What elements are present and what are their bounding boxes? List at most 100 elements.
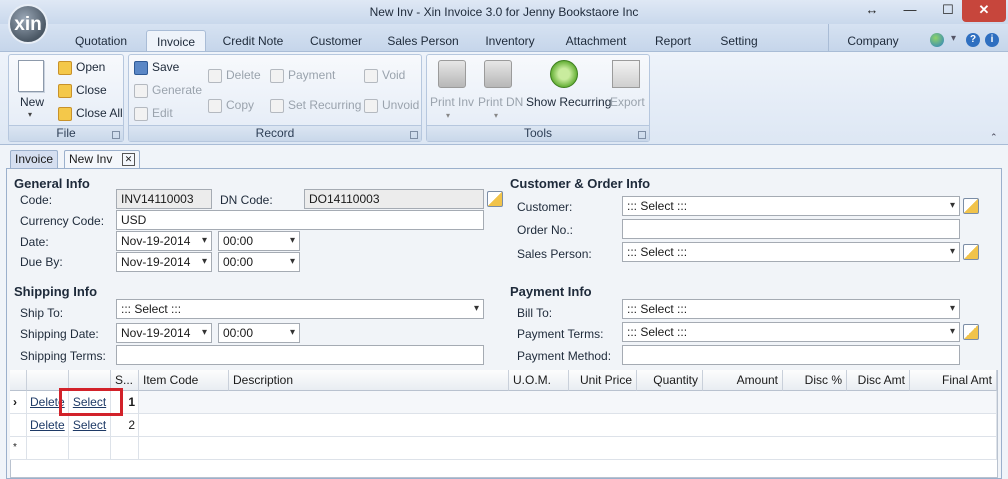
shipping-time-picker[interactable]: 00:00 (218, 323, 300, 343)
tab-credit-note[interactable]: Credit Note (216, 30, 290, 52)
chevron-down-icon[interactable]: ▾ (28, 110, 32, 119)
void-button[interactable]: Void (364, 68, 405, 83)
restore-size-icon[interactable]: ↔ (855, 0, 889, 22)
payment-button[interactable]: Payment (270, 68, 335, 83)
generate-icon (134, 83, 148, 98)
row-select-link[interactable]: Select (69, 414, 111, 437)
order-no-field[interactable] (622, 219, 960, 239)
help-icon[interactable]: ? (966, 33, 980, 47)
tab-setting[interactable]: Setting (712, 30, 766, 52)
new-row-delete[interactable] (27, 437, 69, 460)
close-doc-button[interactable]: Close (58, 83, 107, 98)
ship-to-select[interactable]: ::: Select ::: (116, 299, 484, 319)
payment-method-field[interactable] (622, 345, 960, 365)
date-picker[interactable]: Nov-19-2014 (116, 231, 212, 251)
globe-icon[interactable] (930, 33, 944, 47)
due-time-picker[interactable]: 00:00 (218, 252, 300, 272)
chevron-down-icon[interactable]: ▾ (446, 111, 450, 120)
highlight-box (59, 388, 123, 416)
dn-code-field[interactable]: DO14110003 (304, 189, 484, 209)
shipping-date-picker[interactable]: Nov-19-2014 (116, 323, 212, 343)
shipping-terms-field[interactable] (116, 345, 484, 365)
payment-terms-select[interactable]: ::: Select ::: (622, 322, 960, 342)
new-row-select[interactable] (69, 437, 111, 460)
copy-label: Copy (226, 98, 255, 112)
open-label: Open (76, 60, 106, 74)
tab-inventory[interactable]: Inventory (476, 30, 544, 52)
payment-terms-label: Payment Terms: (517, 327, 604, 341)
currency-code-field[interactable]: USD (116, 210, 484, 230)
tab-company[interactable]: Company (830, 30, 916, 52)
maximize-button[interactable]: ☐ (931, 0, 965, 22)
print-inv-button[interactable]: Print Inv (430, 95, 474, 109)
edit-button[interactable]: Edit (134, 106, 173, 121)
close-button[interactable]: ✕ (962, 0, 1006, 22)
customer-select[interactable]: ::: Select ::: (622, 196, 960, 216)
show-recurring-button[interactable]: Show Recurring (526, 95, 611, 109)
close-all-button[interactable]: Close All (58, 106, 123, 121)
app-window: New Inv - Xin Invoice 3.0 for Jenny Book… (0, 0, 1008, 479)
grid-header-final-amt[interactable]: Final Amt (910, 370, 997, 391)
chevron-down-icon[interactable]: ▾ (494, 111, 498, 120)
row-delete-link[interactable]: Delete (27, 414, 69, 437)
customer-order-heading: Customer & Order Info (510, 176, 651, 191)
generate-label: Generate (152, 83, 203, 97)
grid-header-amount[interactable]: Amount (703, 370, 783, 391)
edit-pencil-icon[interactable] (963, 324, 979, 340)
grid-header-quantity[interactable]: Quantity (637, 370, 703, 391)
date-label: Date: (20, 235, 49, 249)
tab-quotation[interactable]: Quotation (66, 30, 136, 52)
ship-to-label: Ship To: (20, 306, 64, 320)
new-row-cells[interactable] (139, 437, 997, 460)
dialog-launcher-icon[interactable] (410, 131, 418, 139)
grid-header-disc-pct[interactable]: Disc % (783, 370, 847, 391)
row-data-cells[interactable] (139, 391, 997, 414)
export-button[interactable]: Export (610, 95, 645, 109)
print-dn-button[interactable]: Print DN (478, 95, 523, 109)
delete-button[interactable]: Delete (208, 68, 261, 83)
tab-sales-person[interactable]: Sales Person (384, 30, 462, 52)
export-icon[interactable] (612, 60, 640, 88)
new-button[interactable]: New (20, 95, 44, 109)
date-time-picker[interactable]: 00:00 (218, 231, 300, 251)
copy-button[interactable]: Copy (208, 98, 254, 113)
new-document-icon[interactable] (18, 60, 44, 92)
unvoid-label: Unvoid (382, 98, 420, 112)
tab-customer[interactable]: Customer (302, 30, 370, 52)
row-data-cells[interactable] (139, 414, 997, 437)
tab-invoice[interactable]: Invoice (146, 30, 206, 52)
edit-pencil-icon[interactable] (963, 244, 979, 260)
generate-button[interactable]: Generate (134, 83, 202, 98)
info-icon[interactable]: i (985, 33, 999, 47)
doc-tab-invoice[interactable]: Invoice (10, 150, 58, 169)
doc-tab-new-inv-label: New Inv (69, 152, 113, 166)
tab-attachment[interactable]: Attachment (560, 30, 632, 52)
grid-header-unit-price[interactable]: Unit Price (569, 370, 637, 391)
grid-header-uom[interactable]: U.O.M. (509, 370, 569, 391)
grid-header-item-code[interactable]: Item Code (139, 370, 229, 391)
edit-pencil-icon[interactable] (487, 191, 503, 207)
unvoid-button[interactable]: Unvoid (364, 98, 419, 113)
group-label-file: File (9, 125, 123, 141)
grid-header-disc-amt[interactable]: Disc Amt (847, 370, 910, 391)
app-logo[interactable]: xin (8, 4, 48, 44)
print-invoice-icon[interactable] (438, 60, 466, 88)
due-date-picker[interactable]: Nov-19-2014 (116, 252, 212, 272)
edit-pencil-icon[interactable] (963, 198, 979, 214)
bill-to-select[interactable]: ::: Select ::: (622, 299, 960, 319)
sales-person-select[interactable]: ::: Select ::: (622, 242, 960, 262)
set-recurring-button[interactable]: Set Recurring (270, 98, 361, 113)
print-dn-icon[interactable] (484, 60, 512, 88)
close-tab-icon[interactable]: ✕ (122, 153, 135, 166)
minimize-button[interactable]: — (893, 0, 927, 22)
code-field[interactable]: INV14110003 (116, 189, 212, 209)
save-button[interactable]: Save (134, 60, 179, 75)
collapse-ribbon-icon[interactable]: ⌃ (990, 132, 1000, 142)
dialog-launcher-icon[interactable] (638, 131, 646, 139)
dropdown-arrow-icon[interactable]: ▾ (951, 33, 956, 44)
refresh-recurring-icon[interactable] (550, 60, 578, 88)
open-button[interactable]: Open (58, 60, 105, 75)
grid-header-description[interactable]: Description (229, 370, 509, 391)
dialog-launcher-icon[interactable] (112, 131, 120, 139)
tab-report[interactable]: Report (646, 30, 700, 52)
